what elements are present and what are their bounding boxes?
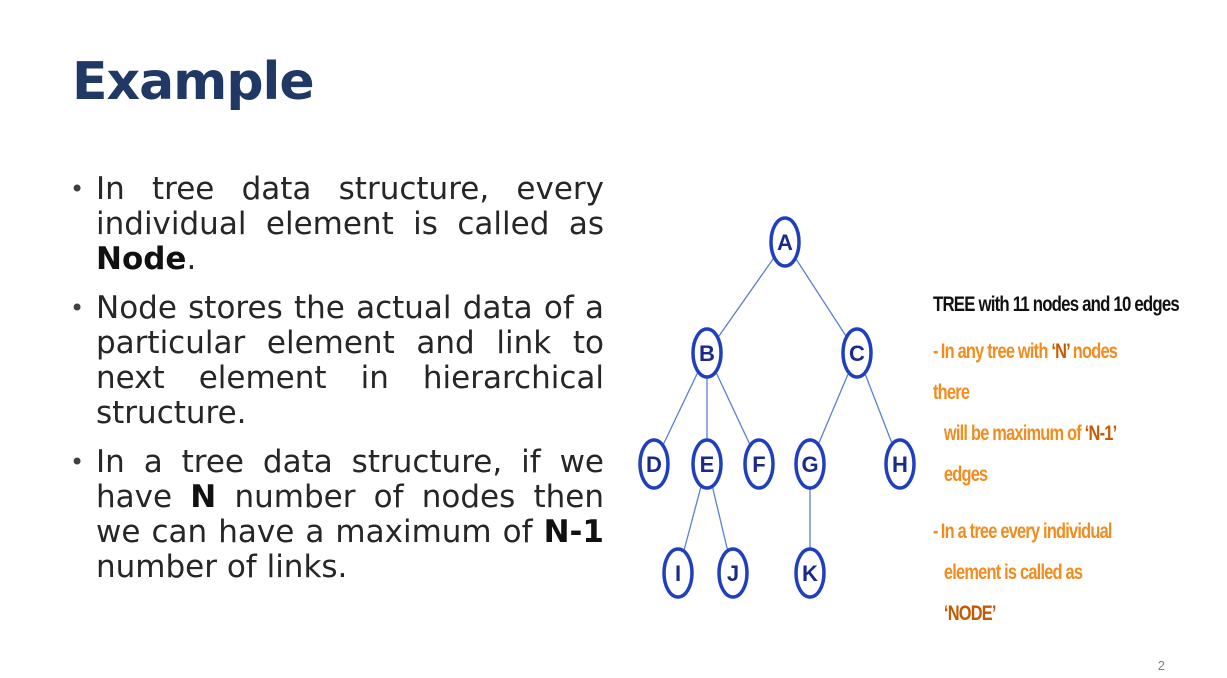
tree-node-label: D: [646, 452, 662, 477]
page-number: 2: [1157, 658, 1165, 673]
bullet-item: Node stores the actual data of a particu…: [70, 291, 604, 431]
tree-node-label: J: [727, 561, 739, 586]
tree-node-h: H: [884, 438, 916, 490]
tree-node-i: I: [662, 547, 694, 599]
bullet-item: In tree data structure, every individual…: [70, 172, 604, 277]
bullet-text: In tree data structure, every individual…: [96, 171, 604, 242]
tree-node-j: J: [717, 547, 749, 599]
note-line: will be maximum of ‘N-1’ edges: [933, 413, 1136, 495]
tree-node-label: K: [802, 561, 818, 586]
tree-node-c: C: [841, 327, 873, 379]
note-text: In any tree with: [940, 340, 1052, 363]
tree-node-label: H: [892, 452, 908, 477]
note-highlight: ‘NODE’: [943, 602, 997, 625]
tree-node-label: C: [849, 341, 865, 366]
tree-caption-heading: TREE with 11 nodes and 10 edges: [933, 293, 1180, 316]
tree-diagram: A B C D E F G H I J K: [638, 216, 916, 599]
slide: Example In tree data structure, every in…: [0, 0, 1227, 678]
tree-note-edges: - In any tree with ‘N’ nodes there will b…: [933, 331, 1136, 495]
note-text: element is called as: [943, 561, 1083, 584]
note-text: will be maximum of: [943, 422, 1085, 445]
note-highlight: ‘N-1’: [1084, 422, 1116, 445]
bullet-bold-text: N: [190, 479, 217, 515]
bullet-text: number of links.: [96, 549, 348, 585]
note-dash: -: [933, 340, 938, 363]
tree-note-node: - In a tree every individual element is c…: [933, 511, 1136, 634]
tree-node-label: A: [777, 230, 793, 255]
bullet-text: Node stores the actual data of a particu…: [96, 290, 604, 431]
bullet-list: In tree data structure, every individual…: [70, 172, 604, 599]
note-text: edges: [943, 463, 988, 486]
tree-node-f: F: [743, 438, 775, 490]
tree-node-d: D: [638, 438, 670, 490]
tree-node-label: B: [699, 341, 715, 366]
tree-node-a: A: [769, 216, 801, 268]
slide-title: Example: [72, 52, 315, 112]
tree-node-e: E: [691, 438, 723, 490]
bullet-item: In a tree data structure, if we have N n…: [70, 445, 604, 585]
tree-node-label: F: [752, 452, 765, 477]
tree-node-label: I: [675, 561, 681, 586]
bullet-bold-text: Node: [96, 241, 187, 277]
tree-node-label: G: [801, 452, 818, 477]
note-text: In a tree every individual: [940, 520, 1113, 543]
tree-node-label: E: [700, 452, 715, 477]
tree-figure: A B C D E F G H I J K TREE with 11 nodes and 10 ed…: [630, 205, 1190, 625]
bullet-text: .: [186, 241, 197, 277]
tree-node-g: G: [794, 438, 826, 490]
note-dash: -: [933, 520, 938, 543]
bullet-bold-text: N-1: [543, 514, 604, 550]
tree-node-k: K: [794, 547, 826, 599]
tree-node-b: B: [691, 327, 723, 379]
note-line: element is called as ‘NODE’: [933, 552, 1136, 634]
tree-caption: TREE with 11 nodes and 10 edges - In any …: [933, 293, 1193, 634]
note-highlight: ‘N’: [1051, 340, 1070, 363]
